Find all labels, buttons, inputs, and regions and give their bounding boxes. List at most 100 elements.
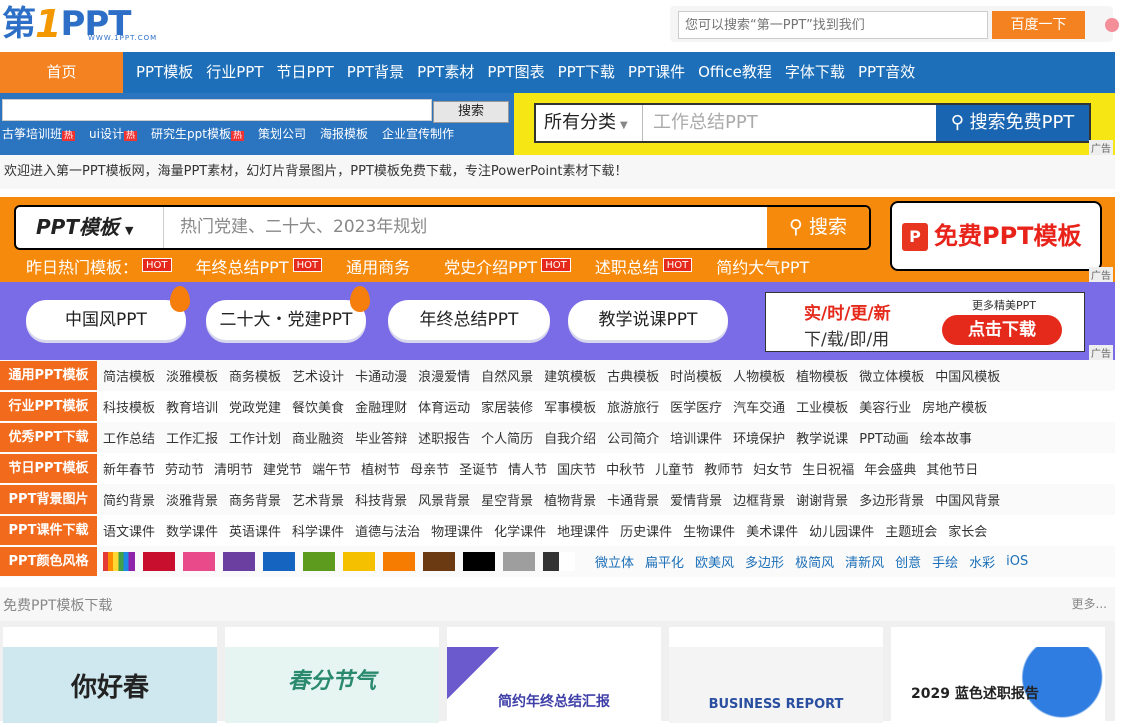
category-link[interactable]: 建筑模板	[544, 366, 596, 385]
category-link[interactable]: 英语课件	[229, 521, 281, 540]
category-link[interactable]: 幼儿园课件	[809, 521, 874, 540]
nav-item[interactable]: 行业PPT	[193, 52, 263, 93]
color-swatch[interactable]	[463, 552, 495, 571]
color-swatch[interactable]	[263, 552, 295, 571]
category-tag[interactable]: PPT颜色风格	[0, 547, 97, 576]
category-link[interactable]: 体育运动	[418, 397, 470, 416]
category-link[interactable]: 商务模板	[229, 366, 281, 385]
template-thumbnail[interactable]: 你好春	[3, 627, 217, 723]
more-link[interactable]: 更多...	[1072, 595, 1107, 612]
category-link[interactable]: 星空背景	[481, 490, 533, 509]
nav-item[interactable]: 字体下载	[772, 52, 845, 93]
nav-item[interactable]: Office教程	[685, 52, 772, 93]
category-link[interactable]: 植物背景	[544, 490, 596, 509]
category-link[interactable]: 植物模板	[796, 366, 848, 385]
category-link[interactable]: 年会盛典	[864, 459, 916, 478]
category-link[interactable]: 淡雅模板	[166, 366, 218, 385]
style-link[interactable]: 创意	[895, 552, 921, 571]
category-tag[interactable]: PPT背景图片	[0, 485, 97, 514]
template-type-select[interactable]: PPT模板 ▼	[16, 207, 164, 248]
top-search-input[interactable]	[678, 11, 988, 39]
topic-pill[interactable]: 中国风PPT	[26, 286, 190, 340]
category-link[interactable]: 古典模板	[607, 366, 659, 385]
style-link[interactable]: 微立体	[595, 552, 634, 571]
category-link[interactable]: 工业模板	[796, 397, 848, 416]
category-link[interactable]: 主题班会	[885, 521, 937, 540]
category-link[interactable]: 商务背景	[229, 490, 281, 509]
category-tag[interactable]: 行业PPT模板	[0, 392, 97, 421]
nav-item[interactable]: PPT模板	[123, 52, 193, 93]
category-link[interactable]: 简约背景	[103, 490, 155, 509]
hot-template-link[interactable]: 通用商务	[346, 254, 410, 278]
category-link[interactable]: 教师节	[704, 459, 743, 478]
hot-keyword[interactable]: 研究生ppt模板热	[151, 125, 244, 142]
hot-template-link[interactable]: 简约大气PPT	[716, 254, 809, 278]
color-swatch[interactable]	[343, 552, 375, 571]
category-link[interactable]: 科技背景	[355, 490, 407, 509]
nav-item[interactable]: PPT音效	[845, 52, 915, 93]
category-link[interactable]: 家居装修	[481, 397, 533, 416]
category-link[interactable]: 餐饮美食	[292, 397, 344, 416]
template-search-input[interactable]: 热门党建、二十大、2023年规划	[164, 207, 767, 248]
nav-item[interactable]: PPT下载	[545, 52, 615, 93]
category-link[interactable]: 清明节	[214, 459, 253, 478]
color-swatch[interactable]	[303, 552, 335, 571]
topic-pill[interactable]: 二十大・党建PPT	[206, 286, 370, 340]
category-tag[interactable]: 优秀PPT下载	[0, 423, 97, 452]
nav-item[interactable]: 节日PPT	[264, 52, 334, 93]
topic-pill[interactable]: 年终总结PPT	[388, 300, 550, 340]
site-search-input[interactable]	[2, 99, 432, 121]
category-link[interactable]: 物理课件	[431, 521, 483, 540]
category-link[interactable]: 军事模板	[544, 397, 596, 416]
category-link[interactable]: 人物模板	[733, 366, 785, 385]
category-link[interactable]: 美术课件	[746, 521, 798, 540]
category-link[interactable]: 个人简历	[481, 428, 533, 447]
category-link[interactable]: 其他节日	[926, 459, 978, 478]
hot-template-link[interactable]: 党史介绍PPT	[444, 254, 537, 278]
template-thumbnail[interactable]: 简约年终总结汇报	[447, 627, 661, 723]
category-link[interactable]: 多边形背景	[859, 490, 924, 509]
category-link[interactable]: 母亲节	[410, 459, 449, 478]
hot-keyword[interactable]: 海报模板	[320, 125, 368, 142]
category-link[interactable]: 工作汇报	[166, 428, 218, 447]
free-template-button[interactable]: P 免费PPT模板	[890, 201, 1102, 271]
category-link[interactable]: 圣诞节	[459, 459, 498, 478]
category-link[interactable]: 自我介绍	[544, 428, 596, 447]
hot-template-link[interactable]: 述职总结	[595, 254, 659, 278]
style-link[interactable]: 手绘	[932, 552, 958, 571]
category-link[interactable]: 植树节	[361, 459, 400, 478]
category-link[interactable]: 情人节	[508, 459, 547, 478]
hot-keyword[interactable]: ui设计热	[89, 125, 137, 142]
category-link[interactable]: 爱情背景	[670, 490, 722, 509]
category-link[interactable]: 工作计划	[229, 428, 281, 447]
category-link[interactable]: 浪漫爱情	[418, 366, 470, 385]
download-button[interactable]: 点击下载	[942, 315, 1062, 345]
color-swatch[interactable]	[503, 552, 535, 571]
topic-pill[interactable]: 教学说课PPT	[568, 300, 728, 340]
category-tag[interactable]: 节日PPT模板	[0, 454, 97, 483]
template-thumbnail[interactable]: 春分节气	[225, 627, 439, 723]
category-link[interactable]: 新年春节	[103, 459, 155, 478]
site-logo[interactable]: 第 1 PPT WWW.1PPT.COM	[2, 4, 156, 44]
category-link[interactable]: 汽车交通	[733, 397, 785, 416]
style-link[interactable]: iOS	[1006, 554, 1028, 569]
color-swatch[interactable]	[183, 552, 215, 571]
style-link[interactable]: 清新风	[845, 552, 884, 571]
category-link[interactable]: 工作总结	[103, 428, 155, 447]
category-link[interactable]: 语文课件	[103, 521, 155, 540]
template-search-button[interactable]: ⚲ 搜索	[767, 207, 869, 248]
category-link[interactable]: 家长会	[948, 521, 987, 540]
category-link[interactable]: 述职报告	[418, 428, 470, 447]
category-link[interactable]: 中国风模板	[935, 366, 1000, 385]
template-thumbnail[interactable]: BUSINESS REPORT	[669, 627, 883, 723]
category-link[interactable]: 毕业答辩	[355, 428, 407, 447]
nav-item[interactable]: PPT课件	[615, 52, 685, 93]
rainbow-swatch[interactable]	[103, 552, 135, 571]
category-tag[interactable]: PPT课件下载	[0, 516, 97, 545]
category-link[interactable]: 建党节	[263, 459, 302, 478]
category-link[interactable]: 卡通背景	[607, 490, 659, 509]
category-link[interactable]: 公司简介	[607, 428, 659, 447]
category-link[interactable]: 风景背景	[418, 490, 470, 509]
nav-item[interactable]: PPT图表	[474, 52, 544, 93]
category-link[interactable]: 自然风景	[481, 366, 533, 385]
